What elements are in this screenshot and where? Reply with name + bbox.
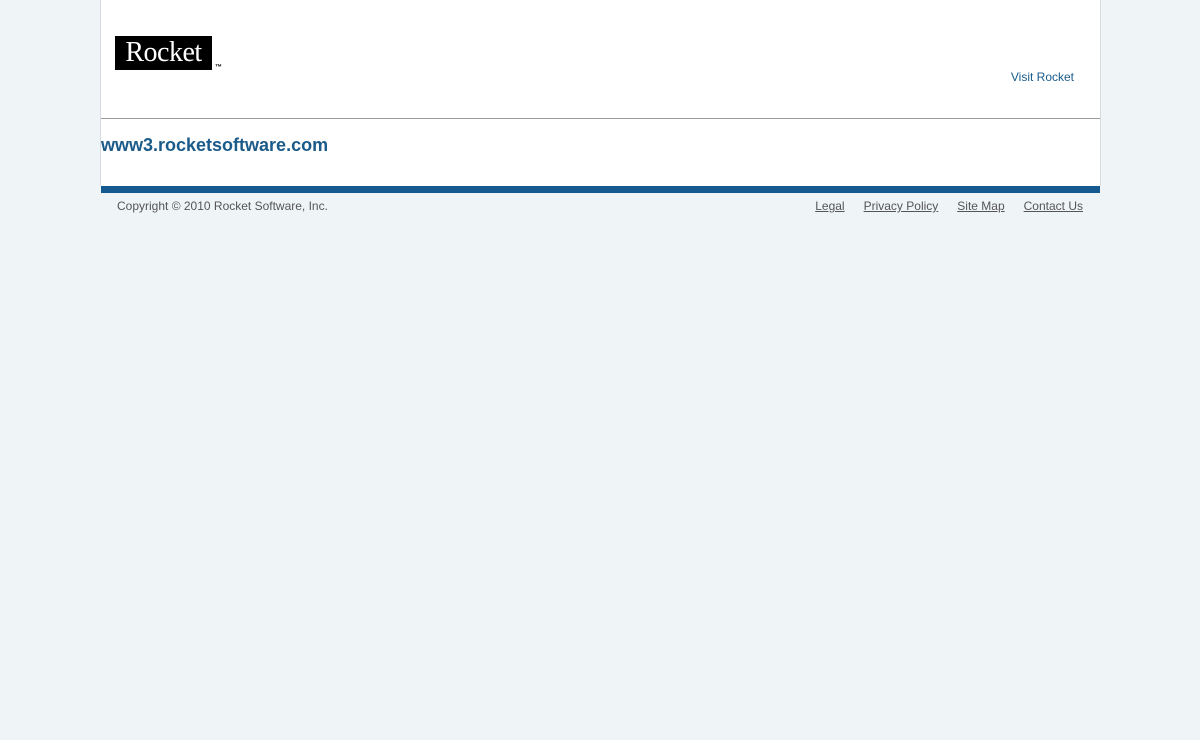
site-map-link[interactable]: Site Map xyxy=(957,199,1004,213)
copyright-text: Copyright © 2010 Rocket Software, Inc. xyxy=(117,199,328,213)
page-title: www3.rocketsoftware.com xyxy=(101,135,329,155)
rocket-logo[interactable]: Rocket ™ xyxy=(115,36,222,71)
logo-trademark: ™ xyxy=(215,64,222,71)
footer-links: Legal Privacy Policy Site Map Contact Us xyxy=(815,199,1083,213)
footer-accent-bar xyxy=(101,186,1100,193)
contact-us-link[interactable]: Contact Us xyxy=(1024,199,1083,213)
privacy-policy-link[interactable]: Privacy Policy xyxy=(864,199,939,213)
legal-link[interactable]: Legal xyxy=(815,199,844,213)
footer: Copyright © 2010 Rocket Software, Inc. L… xyxy=(101,193,1100,223)
page-container: Rocket ™ Visit Rocket www3.rocketsoftwar… xyxy=(100,0,1101,186)
header-divider xyxy=(101,118,1100,119)
visit-rocket-link[interactable]: Visit Rocket xyxy=(1011,70,1074,84)
logo-wordmark: Rocket xyxy=(115,36,212,70)
